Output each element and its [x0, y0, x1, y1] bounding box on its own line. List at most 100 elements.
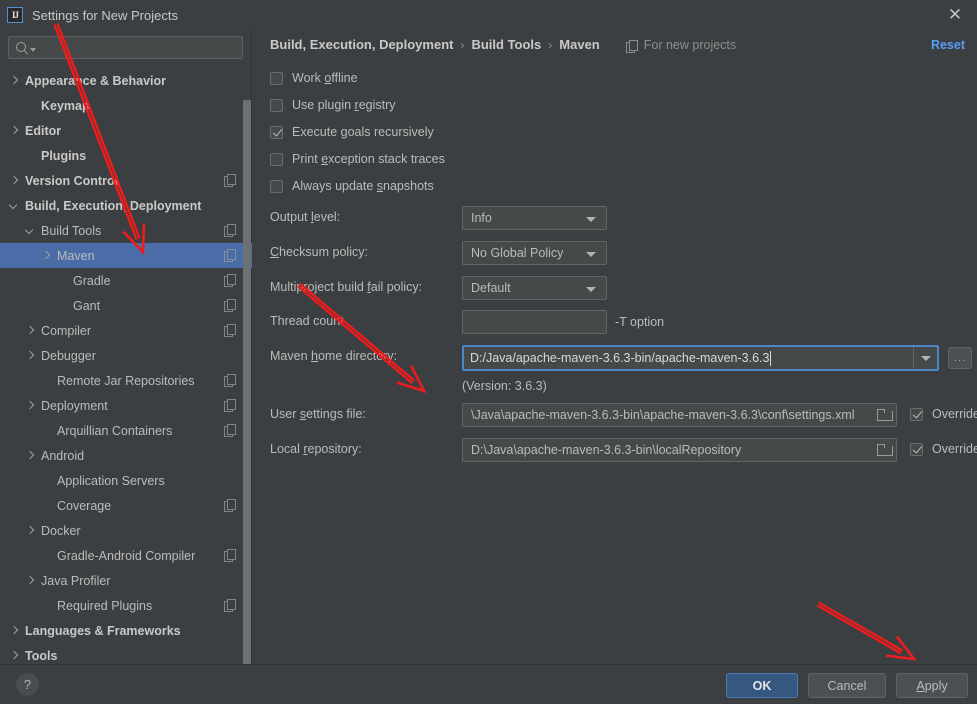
maven-version-note: (Version: 3.6.3): [462, 379, 547, 393]
reset-link[interactable]: Reset: [931, 38, 965, 52]
sidebar-item-plugins[interactable]: Plugins: [0, 143, 252, 168]
search-box[interactable]: [8, 36, 243, 59]
local-repository-input[interactable]: D:\Java\apache-maven-3.6.3-bin\localRepo…: [462, 438, 897, 462]
user-settings-override[interactable]: Override: [910, 407, 977, 421]
apply-button[interactable]: Apply: [896, 673, 968, 698]
chevron-right-icon[interactable]: [24, 400, 36, 412]
search-input[interactable]: [39, 39, 242, 56]
user-settings-file-label: User settings file:: [270, 407, 366, 421]
chevron-right-icon[interactable]: [24, 575, 36, 587]
sidebar-item-java-profiler[interactable]: Java Profiler: [0, 568, 252, 593]
sidebar-item-arquillian-containers[interactable]: Arquillian Containers: [0, 418, 252, 443]
ok-button[interactable]: OK: [726, 673, 798, 698]
chevron-right-icon[interactable]: [24, 450, 36, 462]
copy-settings-icon[interactable]: [224, 274, 236, 287]
checkbox-work-offline[interactable]: Work offline: [270, 71, 358, 85]
sidebar-item-tools[interactable]: Tools: [0, 643, 252, 664]
user-settings-override-checkbox[interactable]: [910, 407, 923, 421]
user-settings-file-input[interactable]: \Java\apache-maven-3.6.3-bin\apache-mave…: [462, 403, 897, 427]
sidebar-item-remote-jar-repositories[interactable]: Remote Jar Repositories: [0, 368, 252, 393]
sidebar-item-debugger[interactable]: Debugger: [0, 343, 252, 368]
breadcrumb-item-0[interactable]: Build, Execution, Deployment: [270, 37, 453, 52]
checkbox-execute-goals-recursively[interactable]: Execute goals recursively: [270, 125, 434, 139]
local-repository-override[interactable]: Override: [910, 442, 977, 456]
checksum-policy-combo[interactable]: No Global Policy: [462, 241, 607, 265]
sidebar-item-maven[interactable]: Maven: [0, 243, 252, 268]
copy-settings-icon[interactable]: [224, 499, 236, 512]
sidebar-item-version-control[interactable]: Version Control: [0, 168, 252, 193]
chevron-right-icon[interactable]: [8, 75, 20, 87]
sidebar-item-docker[interactable]: Docker: [0, 518, 252, 543]
maven-home-dropdown-icon[interactable]: [913, 347, 937, 369]
sidebar-item-label: Gradle: [73, 273, 111, 288]
checkbox-use-plugin-registry[interactable]: Use plugin registry: [270, 98, 396, 112]
sidebar-item-required-plugins[interactable]: Required Plugins: [0, 593, 252, 618]
copy-settings-icon[interactable]: [224, 224, 236, 237]
thread-count-input[interactable]: [462, 310, 607, 334]
copy-settings-icon[interactable]: [224, 299, 236, 312]
chevron-right-icon[interactable]: [8, 175, 20, 187]
sidebar-item-coverage[interactable]: Coverage: [0, 493, 252, 518]
output-level-value: Info: [471, 211, 492, 225]
chevron-right-icon[interactable]: [8, 125, 20, 137]
sidebar-item-build-tools[interactable]: Build Tools: [0, 218, 252, 243]
chevron-right-icon[interactable]: [40, 250, 52, 262]
checkbox-print-exception-stack-traces[interactable]: Print exception stack traces: [270, 152, 445, 166]
sidebar-item-gant[interactable]: Gant: [0, 293, 252, 318]
help-button[interactable]: ?: [16, 673, 39, 696]
settings-tree[interactable]: Appearance & Behavior Keymap Editor Plugins…: [0, 68, 252, 664]
chevron-right-icon[interactable]: [8, 650, 20, 662]
chevron-right-icon[interactable]: [24, 350, 36, 362]
copy-settings-icon[interactable]: [224, 249, 236, 262]
output-level-combo[interactable]: Info: [462, 206, 607, 230]
sidebar-item-compiler[interactable]: Compiler: [0, 318, 252, 343]
copy-settings-icon[interactable]: [224, 174, 236, 187]
copy-settings-icon[interactable]: [224, 324, 236, 337]
chevron-down-icon[interactable]: [24, 225, 36, 237]
sidebar-item-gradle-android-compiler[interactable]: Gradle-Android Compiler: [0, 543, 252, 568]
sidebar-item-android[interactable]: Android: [0, 443, 252, 468]
sidebar-item-application-servers[interactable]: Application Servers: [0, 468, 252, 493]
copy-settings-icon[interactable]: [224, 549, 236, 562]
search-dropdown-icon[interactable]: [30, 47, 36, 52]
checkbox-input[interactable]: [270, 71, 283, 85]
sidebar-item-label: Build Tools: [41, 223, 102, 238]
folder-icon[interactable]: [877, 443, 893, 456]
copy-settings-icon[interactable]: [224, 399, 236, 412]
cancel-button[interactable]: Cancel: [808, 673, 886, 698]
local-repository-override-checkbox[interactable]: [910, 442, 923, 456]
chevron-down-icon: [586, 287, 596, 292]
checkbox-input[interactable]: [270, 179, 283, 193]
sidebar-item-editor[interactable]: Editor: [0, 118, 252, 143]
sidebar-item-deployment[interactable]: Deployment: [0, 393, 252, 418]
folder-icon[interactable]: [877, 408, 893, 421]
checkbox-input[interactable]: [270, 152, 283, 166]
sidebar-item-build-execution-deployment[interactable]: Build, Execution, Deployment: [0, 193, 252, 218]
maven-home-browse-button[interactable]: ...: [948, 347, 972, 369]
checkbox-input[interactable]: [270, 125, 283, 139]
sidebar-item-languages-frameworks[interactable]: Languages & Frameworks: [0, 618, 252, 643]
sidebar-item-label: Compiler: [41, 323, 92, 338]
maven-home-input[interactable]: D:/Java/apache-maven-3.6.3-bin/apache-ma…: [462, 345, 939, 371]
sidebar-scrollbar[interactable]: [243, 100, 251, 686]
close-icon[interactable]: ✕: [943, 4, 967, 26]
chevron-right-icon[interactable]: [24, 325, 36, 337]
sidebar-item-keymap[interactable]: Keymap: [0, 93, 252, 118]
chevron-right-icon[interactable]: [24, 525, 36, 537]
copy-settings-icon[interactable]: [224, 599, 236, 612]
sidebar-item-gradle[interactable]: Gradle: [0, 268, 252, 293]
breadcrumb-item-1[interactable]: Build Tools: [471, 37, 541, 52]
chevron-right-icon[interactable]: [8, 625, 20, 637]
copy-settings-icon[interactable]: [224, 424, 236, 437]
copy-settings-icon[interactable]: [224, 374, 236, 387]
checkbox-label: Use plugin registry: [292, 98, 396, 112]
multiproject-fail-policy-combo[interactable]: Default: [462, 276, 607, 300]
checkbox-always-update-snapshots[interactable]: Always update snapshots: [270, 179, 434, 193]
checkbox-input[interactable]: [270, 98, 283, 112]
title-bar: IJ Settings for New Projects ✕: [0, 0, 977, 30]
sidebar-item-appearance-behavior[interactable]: Appearance & Behavior: [0, 68, 252, 93]
search-icon: [15, 41, 29, 55]
chevron-down-icon[interactable]: [8, 200, 20, 212]
